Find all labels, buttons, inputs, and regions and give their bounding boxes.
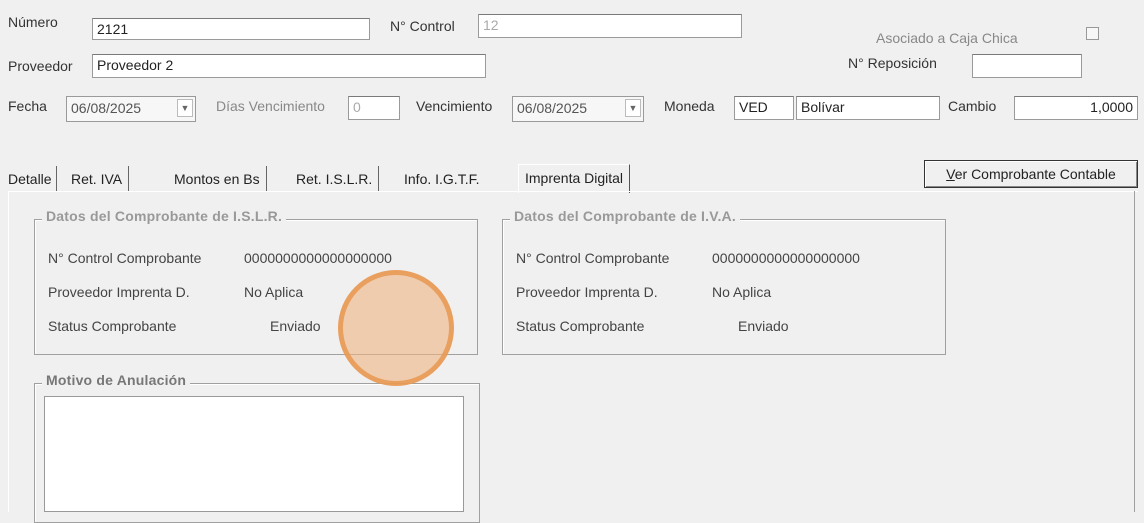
iva-control-value: 0000000000000000000 xyxy=(712,250,860,266)
islr-status-label: Status Comprobante xyxy=(48,318,177,334)
vencimiento-date-picker[interactable]: 06/08/2025 ▼ xyxy=(512,96,644,122)
anulacion-textarea[interactable] xyxy=(44,396,464,512)
tab-ret-islr[interactable]: Ret. I.S.L.R. xyxy=(296,166,380,192)
panel-right-edge xyxy=(1134,191,1135,512)
vencimiento-label: Vencimiento xyxy=(416,98,493,114)
dias-label: Días Vencimiento xyxy=(216,98,325,114)
ver-comprobante-hotkey: V xyxy=(946,166,955,182)
islr-imprenta-value: No Aplica xyxy=(244,284,304,300)
moneda-code-input[interactable]: VED xyxy=(734,96,794,120)
moneda-name-input[interactable]: Bolívar xyxy=(796,96,940,120)
dias-input[interactable]: 0 xyxy=(348,96,400,120)
tab-info-igtf[interactable]: Info. I.G.T.F. xyxy=(404,166,479,192)
fecha-value: 06/08/2025 xyxy=(71,100,142,116)
caja-chica-checkbox[interactable] xyxy=(1086,27,1099,40)
tab-panel-border xyxy=(8,191,1138,192)
ver-comprobante-button[interactable]: Ver Comprobante Contable xyxy=(924,160,1138,188)
tab-montos-bs[interactable]: Montos en Bs xyxy=(174,166,267,192)
caja-chica-label: Asociado a Caja Chica xyxy=(876,30,1018,46)
proveedor-input[interactable]: Proveedor 2 xyxy=(92,54,486,78)
control-label: N° Control xyxy=(390,18,455,34)
iva-imprenta-value: No Aplica xyxy=(712,284,772,300)
iva-imprenta-label: Proveedor Imprenta D. xyxy=(516,284,658,300)
tab-detalle[interactable]: Detalle xyxy=(8,166,57,192)
cambio-label: Cambio xyxy=(948,98,997,114)
iva-control-label: N° Control Comprobante xyxy=(516,250,670,266)
panel-left-edge xyxy=(8,191,9,512)
iva-status-label: Status Comprobante xyxy=(516,318,645,334)
tab-ret-iva[interactable]: Ret. IVA xyxy=(71,166,130,192)
fecha-date-picker[interactable]: 06/08/2025 ▼ xyxy=(66,96,196,122)
tab-imprenta-digital[interactable]: Imprenta Digital xyxy=(518,164,631,193)
islr-control-value: 0000000000000000000 xyxy=(244,250,392,266)
reposicion-label: N° Reposición xyxy=(848,55,937,71)
islr-group-title: Datos del Comprobante de I.S.L.R. xyxy=(42,208,287,224)
control-input[interactable]: 12 xyxy=(478,14,742,38)
proveedor-label: Proveedor xyxy=(8,58,73,74)
fecha-label: Fecha xyxy=(8,98,47,114)
cursor-highlight-icon xyxy=(338,270,454,386)
iva-group-title: Datos del Comprobante de I.V.A. xyxy=(510,208,740,224)
chevron-down-icon[interactable]: ▼ xyxy=(177,99,193,117)
cambio-input[interactable]: 1,0000 xyxy=(1014,96,1138,120)
moneda-label: Moneda xyxy=(664,98,715,114)
reposicion-input[interactable] xyxy=(972,54,1082,78)
numero-label: Número xyxy=(8,14,58,30)
islr-status-value: Enviado xyxy=(270,318,321,334)
islr-control-label: N° Control Comprobante xyxy=(48,250,202,266)
ver-comprobante-label: er Comprobante Contable xyxy=(954,166,1116,182)
numero-input[interactable]: 2121 xyxy=(92,18,370,40)
chevron-down-icon[interactable]: ▼ xyxy=(625,99,641,117)
iva-status-value: Enviado xyxy=(738,318,789,334)
vencimiento-value: 06/08/2025 xyxy=(517,100,588,116)
islr-imprenta-label: Proveedor Imprenta D. xyxy=(48,284,190,300)
anulacion-group-title: Motivo de Anulación xyxy=(42,372,191,388)
